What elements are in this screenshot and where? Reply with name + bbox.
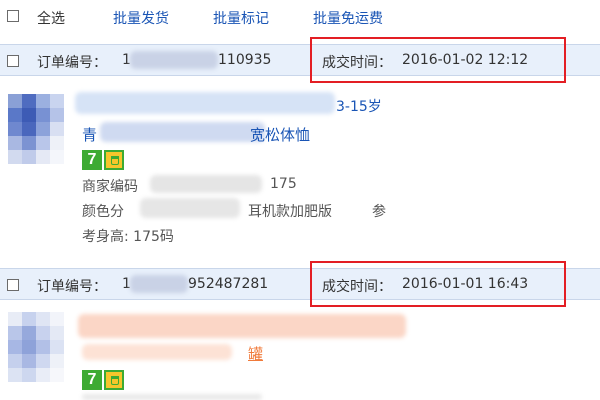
batch-free-shipping-link[interactable]: 批量免运费 [313,8,383,28]
color-label: 颜色分 [82,204,124,220]
order-checkbox[interactable] [7,55,19,67]
blurred-product-title [75,92,335,114]
order-number-label: 订单编号： [37,55,107,71]
blurred-order-number [130,51,218,69]
order-checkbox[interactable] [7,279,19,291]
deal-time-highlight [310,261,566,307]
merchant-code-label: 商家编码 [82,179,138,195]
order-number-suffix: 110935 [218,52,272,68]
batch-ship-link[interactable]: 批量发货 [113,8,169,28]
product-title-fragment-2[interactable]: 宽松体恤 [250,124,310,145]
batch-mark-link[interactable]: 批量标记 [213,8,269,28]
seven-day-return-icon: 7 [82,150,102,170]
color-value-tail: 参 [372,204,386,220]
order-number-suffix: 952487281 [188,276,269,292]
select-all-checkbox[interactable] [7,10,19,22]
blurred-order-number [130,275,188,293]
blurred-merchant-code [82,394,262,400]
seven-day-return-icon: 7 [82,370,102,390]
product-title-fragment[interactable]: 罐 [248,343,263,364]
deal-time-highlight [310,37,566,83]
product-title-fragment[interactable]: 3-15岁 [336,96,382,116]
color-value-fragment: 耳机款加肥版 [248,204,332,220]
product-thumbnail[interactable] [8,94,70,166]
consumer-guarantee-icon [104,370,124,390]
blurred-product-title-line [82,344,232,360]
product-title-prefix[interactable]: 青 [82,124,97,145]
product-thumbnail[interactable] [8,312,70,384]
blurred-product-title-line [100,122,265,142]
consumer-guarantee-icon [104,150,124,170]
select-all-label: 全选 [37,11,65,27]
blurred-product-title [78,314,406,338]
merchant-code-tail: 175 [270,176,297,192]
blurred-merchant-code [150,175,262,193]
order-number-label: 订单编号： [37,279,107,295]
blurred-color-value [140,198,240,218]
size-label: 考身高: 175码 [82,229,174,245]
